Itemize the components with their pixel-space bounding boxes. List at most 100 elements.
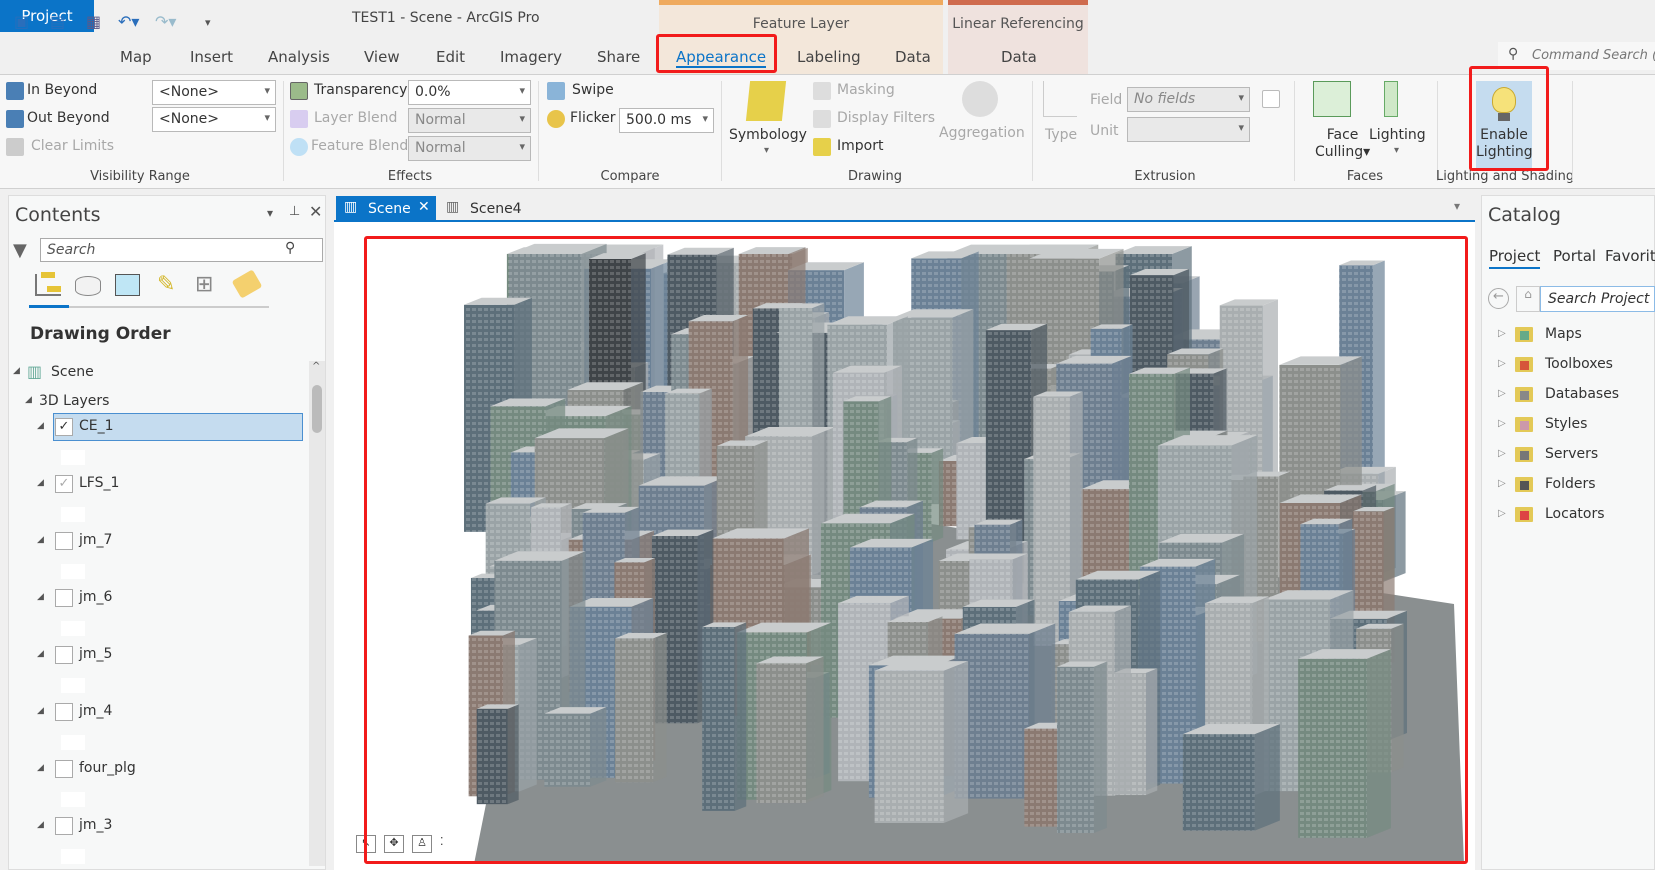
layer-blend-select[interactable]: Normal <box>408 108 531 133</box>
catalog-item[interactable]: Maps <box>1545 326 1582 342</box>
tab-imagery[interactable]: Imagery <box>500 48 562 66</box>
face-culling-button[interactable]: Face Culling▾ <box>1315 127 1370 161</box>
display-filters-button[interactable]: Display Filters <box>837 110 935 126</box>
filter-icon[interactable]: ▼ <box>13 240 27 261</box>
tab-analysis[interactable]: Analysis <box>268 48 330 66</box>
contents-search-input[interactable]: Search ⚲ <box>40 238 323 262</box>
catalog-item[interactable]: Locators <box>1545 506 1605 522</box>
layer-visibility-checkbox[interactable] <box>55 589 73 607</box>
save-icon[interactable]: ▦ <box>86 12 101 31</box>
tab-insert[interactable]: Insert <box>190 48 233 66</box>
expand-icon[interactable]: ▷ <box>1498 478 1506 489</box>
layer-symbol-swatch[interactable] <box>61 849 85 864</box>
tab-data[interactable]: Data <box>895 48 931 66</box>
layer-visibility-checkbox[interactable] <box>55 532 73 550</box>
layer-item[interactable]: CE_1 <box>79 418 114 434</box>
layer-symbol-swatch[interactable] <box>61 678 85 693</box>
customize-icon[interactable]: ▾ <box>205 16 211 29</box>
catalog-tab-project[interactable]: Project <box>1489 247 1541 269</box>
expand-icon[interactable]: ▷ <box>1498 358 1506 369</box>
back-icon[interactable]: ← <box>1488 288 1509 309</box>
masking-button[interactable]: Masking <box>837 82 895 98</box>
expand-icon[interactable]: ▷ <box>1498 448 1506 459</box>
layer-symbol-swatch[interactable] <box>61 792 85 807</box>
tab-lr-data[interactable]: Data <box>1001 48 1037 66</box>
layer-symbol-swatch[interactable] <box>61 735 85 750</box>
layer-symbol-swatch[interactable] <box>61 621 85 636</box>
layer-symbol-swatch[interactable] <box>61 564 85 579</box>
expand-icon[interactable]: ▷ <box>1498 508 1506 519</box>
layer-item[interactable]: jm_4 <box>79 703 112 719</box>
aggregation-button[interactable]: Aggregation <box>939 125 1025 141</box>
home-icon[interactable]: ⌂ <box>1516 286 1540 312</box>
layer-item[interactable]: jm_7 <box>79 532 112 548</box>
close-icon[interactable]: ✕ <box>309 202 322 221</box>
tab-scene[interactable]: ▥ Scene ✕ <box>336 196 436 222</box>
catalog-item[interactable]: Databases <box>1545 386 1619 402</box>
scene-node[interactable]: Scene <box>51 364 94 380</box>
in-beyond-select[interactable]: <None> <box>152 80 276 105</box>
list-by-drawing-order-icon[interactable] <box>35 272 61 296</box>
out-beyond-select[interactable]: <None> <box>152 107 276 132</box>
layer-symbol-swatch[interactable] <box>61 450 85 465</box>
swipe-button[interactable]: Swipe <box>572 82 614 98</box>
catalog-item[interactable]: Servers <box>1545 446 1598 462</box>
symbology-button[interactable]: Symbology <box>729 127 807 143</box>
expand-icon[interactable]: ▷ <box>1498 418 1506 429</box>
transparency-select[interactable]: 0.0% <box>408 80 531 105</box>
in-beyond-icon <box>6 82 24 100</box>
open-project-icon[interactable]: ▤ <box>50 12 65 31</box>
list-by-labeling-icon[interactable] <box>231 269 263 299</box>
layer-visibility-checkbox[interactable]: ✓ <box>55 418 73 436</box>
3d-layers-node[interactable]: 3D Layers <box>39 393 109 409</box>
list-by-source-icon[interactable] <box>75 276 101 296</box>
layer-visibility-checkbox[interactable] <box>55 817 73 835</box>
pin-icon[interactable]: ⊥ <box>289 204 300 219</box>
flicker-stepper[interactable]: 500.0 ms <box>619 108 714 133</box>
tab-map[interactable]: Map <box>120 48 152 66</box>
tab-view[interactable]: View <box>364 48 400 66</box>
layer-visibility-checkbox[interactable]: ✓ <box>55 475 73 493</box>
unit-select[interactable] <box>1127 117 1250 142</box>
lighting-button[interactable]: Lighting <box>1369 127 1426 143</box>
pane-menu-icon[interactable]: ▾ <box>267 206 273 220</box>
swipe-icon[interactable] <box>547 82 565 100</box>
layer-visibility-checkbox[interactable] <box>55 646 73 664</box>
expand-icon[interactable]: ▷ <box>1498 388 1506 399</box>
clear-limits-button[interactable]: Clear Limits <box>31 138 114 154</box>
tab-list-icon[interactable]: ▾ <box>1454 199 1460 213</box>
scrollbar[interactable]: ^ <box>309 361 325 866</box>
layer-item[interactable]: jm_5 <box>79 646 112 662</box>
layer-item[interactable]: LFS_1 <box>79 475 119 491</box>
close-tab-icon[interactable]: ✕ <box>418 199 430 215</box>
catalog-tab-portal[interactable]: Portal <box>1553 247 1596 265</box>
feature-blend-select[interactable]: Normal <box>408 136 531 161</box>
list-by-editing-icon[interactable]: ✎ <box>157 272 175 297</box>
list-by-snapping-icon[interactable]: ⊞ <box>195 272 213 297</box>
import-button[interactable]: Import <box>837 138 883 154</box>
list-by-selection-icon[interactable] <box>115 274 140 296</box>
redo-icon[interactable]: ↷▾ <box>155 12 176 31</box>
tab-scene4[interactable]: ▥ Scene4 <box>442 196 532 222</box>
layer-symbol-swatch[interactable] <box>61 507 85 522</box>
layer-visibility-checkbox[interactable] <box>55 703 73 721</box>
catalog-item[interactable]: Toolboxes <box>1545 356 1613 372</box>
layer-item[interactable]: jm_3 <box>79 817 112 833</box>
layer-item[interactable]: jm_6 <box>79 589 112 605</box>
catalog-tab-favorites[interactable]: Favorites <box>1605 247 1655 265</box>
type-button[interactable]: Type <box>1045 127 1077 143</box>
catalog-search-input[interactable]: Search Project <box>1540 286 1655 312</box>
tab-edit[interactable]: Edit <box>436 48 465 66</box>
undo-icon[interactable]: ↶▾ <box>118 12 139 31</box>
catalog-item[interactable]: Styles <box>1545 416 1587 432</box>
tab-share[interactable]: Share <box>597 48 640 66</box>
tab-labeling[interactable]: Labeling <box>797 48 861 66</box>
expression-icon[interactable] <box>1262 90 1280 108</box>
group-lighting-shading: Lighting and Shading <box>1436 169 1575 184</box>
layer-visibility-checkbox[interactable] <box>55 760 73 778</box>
layer-item[interactable]: four_plg <box>79 760 136 776</box>
field-select[interactable]: No fields <box>1127 87 1250 112</box>
new-project-icon[interactable]: ▣ <box>14 12 29 31</box>
catalog-item[interactable]: Folders <box>1545 476 1596 492</box>
expand-icon[interactable]: ▷ <box>1498 328 1506 339</box>
